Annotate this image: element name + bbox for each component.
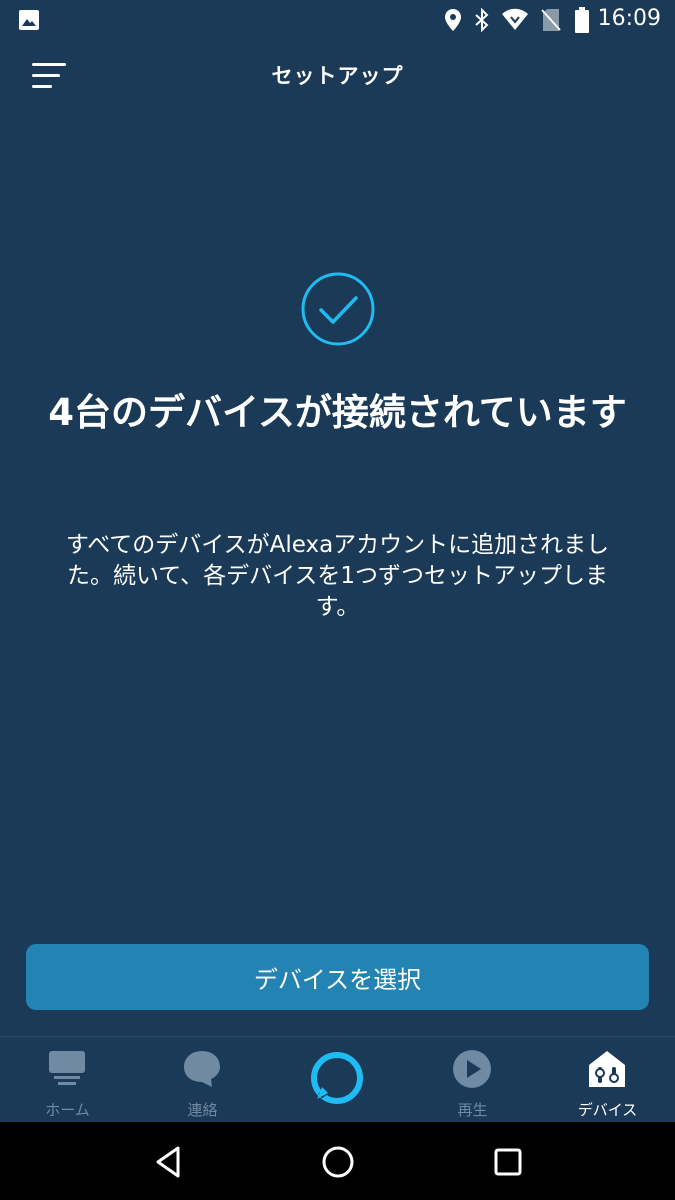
bottom-nav: ホーム 連絡 再生 デバイス [0, 1036, 675, 1123]
description-text: すべてのデバイスがAlexaアカウントに追加されました。続いて、各デバイスを1つ… [65, 532, 610, 620]
app-bar: セットアップ [0, 40, 675, 112]
nav-item-devices[interactable]: デバイス [540, 1037, 675, 1123]
no-sim-icon [541, 9, 561, 31]
bluetooth-icon [475, 8, 489, 32]
select-device-button[interactable]: デバイスを選択 [26, 944, 649, 1010]
nav-label-devices: デバイス [577, 1101, 638, 1119]
alexa-icon [311, 1052, 363, 1104]
nav-item-alexa[interactable] [270, 1037, 405, 1123]
status-time: 16:09 [597, 6, 661, 31]
location-icon [445, 9, 461, 31]
nav-item-contact[interactable]: 連絡 [135, 1037, 270, 1123]
chat-icon [184, 1051, 220, 1087]
nav-item-home[interactable]: ホーム [0, 1037, 135, 1123]
nav-label-contact: 連絡 [187, 1101, 218, 1119]
headline: 4台のデバイスが接続されています [48, 391, 627, 434]
battery-icon [575, 7, 589, 33]
back-icon[interactable] [148, 1142, 188, 1182]
status-bar: 16:09 [0, 0, 675, 40]
image-icon [19, 10, 39, 30]
nav-item-play[interactable]: 再生 [405, 1037, 540, 1123]
check-circle-icon [301, 272, 375, 346]
devices-icon [589, 1051, 625, 1087]
recents-icon[interactable] [488, 1142, 528, 1182]
system-nav-bar [0, 1122, 675, 1200]
wifi-icon [502, 8, 528, 30]
home-circle-icon[interactable] [318, 1142, 358, 1182]
home-icon [49, 1051, 85, 1085]
play-icon [453, 1050, 491, 1088]
nav-label-home: ホーム [45, 1101, 90, 1119]
page-title: セットアップ [271, 64, 404, 88]
nav-label-play: 再生 [457, 1101, 488, 1119]
